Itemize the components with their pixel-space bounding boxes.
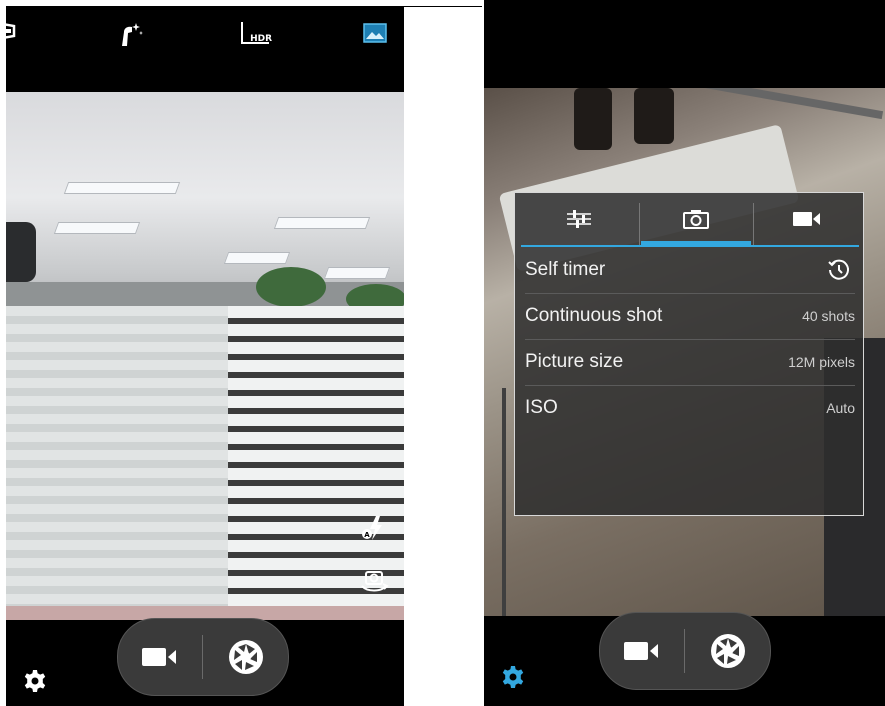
setting-row-self-timer[interactable]: Self timer	[525, 247, 855, 294]
svg-text:A: A	[364, 531, 370, 539]
setting-row-iso[interactable]: ISO Auto	[525, 385, 855, 431]
setting-value: Auto	[826, 400, 855, 416]
ceiling-light	[63, 182, 181, 194]
setting-value: 12M pixels	[788, 354, 855, 370]
effects-icon[interactable]	[116, 20, 146, 48]
window-blinds	[228, 306, 404, 606]
tab-separator	[753, 203, 754, 245]
shutter-button[interactable]	[686, 613, 770, 689]
ceiling-light	[323, 267, 391, 279]
tab-separator	[639, 203, 640, 245]
shutter-icon	[229, 640, 263, 674]
plant	[256, 267, 326, 307]
divider-line	[404, 6, 482, 7]
switch-camera-icon[interactable]	[359, 568, 389, 594]
setting-row-continuous-shot[interactable]: Continuous shot 40 shots	[525, 293, 855, 340]
plug	[574, 88, 612, 150]
setting-label: Picture size	[525, 351, 624, 372]
pill-divider	[202, 635, 203, 679]
left-camera-screen: HDR A	[6, 6, 404, 706]
video-record-button[interactable]	[600, 613, 684, 689]
tab-camera-settings[interactable]	[641, 193, 751, 245]
hdr-label: HDR	[250, 34, 272, 44]
selected-tab-indicator	[641, 241, 751, 245]
camera-icon	[683, 210, 709, 229]
gallery-thumbnail-icon[interactable]	[362, 22, 388, 44]
shutter-button[interactable]	[204, 619, 288, 695]
setting-label: Self timer	[525, 259, 606, 280]
setting-row-picture-size[interactable]: Picture size 12M pixels	[525, 339, 855, 386]
ceiling-light	[223, 252, 291, 264]
settings-gear-icon[interactable]	[20, 666, 50, 696]
pill-divider	[684, 629, 685, 673]
capture-controls	[117, 618, 289, 696]
frosted-glass	[6, 306, 228, 606]
camera-viewfinder[interactable]	[6, 92, 404, 620]
panorama-icon[interactable]	[6, 20, 22, 42]
setting-label: Continuous shot	[525, 305, 663, 326]
tab-general-settings[interactable]	[521, 193, 637, 245]
ceiling-light	[53, 222, 141, 234]
person-shoulder	[6, 222, 36, 282]
partition-frame	[6, 282, 404, 306]
plug	[634, 88, 674, 144]
capture-controls	[599, 612, 771, 690]
camera-settings-panel: Self timer Continuous shot 40 shots Pict…	[514, 192, 864, 516]
video-camera-icon	[793, 212, 820, 226]
ceiling-light	[273, 217, 371, 229]
settings-tab-bar	[521, 193, 859, 247]
sliders-icon	[567, 210, 591, 228]
hdr-icon[interactable]: HDR	[240, 21, 272, 45]
video-record-button[interactable]	[118, 619, 202, 695]
flash-auto-icon[interactable]: A	[360, 514, 388, 542]
video-camera-icon	[142, 648, 176, 666]
timer-icon	[827, 258, 851, 287]
cable	[502, 388, 506, 616]
setting-value: 40 shots	[802, 308, 855, 324]
cable	[674, 88, 884, 120]
settings-gear-icon[interactable]	[498, 662, 528, 692]
shutter-icon	[711, 634, 745, 668]
setting-label: ISO	[525, 397, 558, 418]
video-camera-icon	[624, 642, 658, 660]
tab-video-settings[interactable]	[755, 193, 859, 245]
